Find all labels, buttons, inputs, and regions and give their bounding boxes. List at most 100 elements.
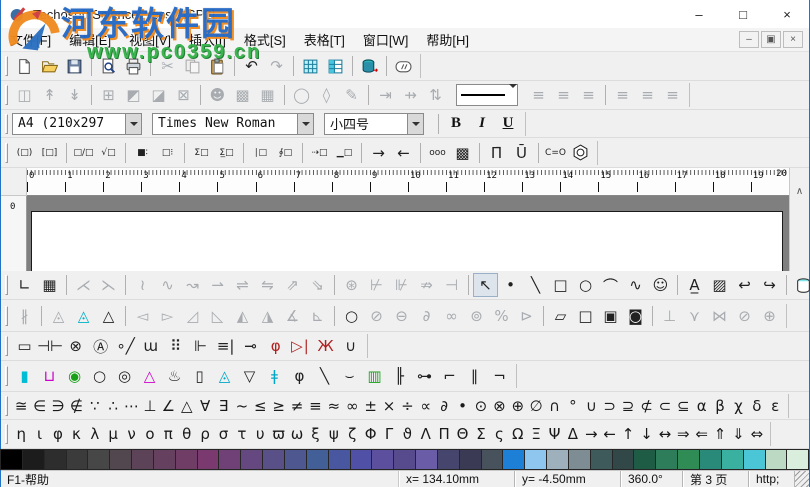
symbol-button[interactable]: ξ — [306, 422, 324, 446]
font-size-combo[interactable]: 小四号 — [324, 112, 424, 135]
inductor-symbol-button[interactable]: ɯ — [138, 334, 163, 358]
symbol-button[interactable]: ⇔ — [748, 422, 766, 446]
color-swatch[interactable] — [546, 449, 569, 470]
color-swatch[interactable] — [371, 449, 395, 470]
hook-arrow-right-tool[interactable]: ↪ — [757, 273, 782, 297]
symbol-button[interactable]: Λ — [417, 422, 435, 446]
line-style-combo[interactable] — [456, 83, 518, 107]
capacitor2-symbol-button[interactable]: ⊩ — [188, 334, 213, 358]
toolbar-grip[interactable] — [5, 395, 8, 416]
flask-flat-tool[interactable]: ◎ — [112, 364, 137, 388]
symbol-button[interactable]: ι — [30, 422, 48, 446]
bracket-template-button[interactable]: [□] — [37, 141, 62, 165]
ammeter-symbol-button[interactable]: Ⓐ — [88, 334, 113, 358]
mdi-minimize-button[interactable]: – — [739, 31, 759, 48]
symbol-button[interactable]: κ — [67, 422, 85, 446]
menu-item[interactable]: 格式[S] — [235, 28, 295, 51]
database-button[interactable] — [357, 54, 382, 78]
radical-template-button[interactable]: √□ — [96, 141, 121, 165]
toolbar-grip[interactable] — [5, 142, 8, 163]
color-swatch[interactable] — [218, 449, 242, 470]
symbol-button[interactable]: ∈ — [30, 394, 48, 418]
union-bar-button[interactable]: Ū — [509, 141, 534, 165]
rectangle-tool[interactable]: □ — [548, 273, 573, 297]
circle-button[interactable]: ○ — [339, 304, 364, 328]
symbol-button[interactable]: Ω — [509, 422, 527, 446]
flask-round-tool[interactable]: ○ — [87, 364, 112, 388]
pointer-tool[interactable]: ↖ — [473, 273, 498, 297]
symbol-button[interactable]: ∃ — [214, 394, 232, 418]
color-swatch[interactable] — [764, 449, 788, 470]
cylinder-3d-button[interactable] — [791, 273, 810, 297]
symbol-button[interactable]: ⊃ — [601, 394, 619, 418]
paren-template-button[interactable]: (□) — [12, 141, 37, 165]
new-document-button[interactable] — [12, 54, 37, 78]
symbol-button[interactable]: ζ — [343, 422, 361, 446]
battery-symbol-button[interactable]: ≡| — [213, 334, 238, 358]
color-swatch[interactable] — [393, 449, 417, 470]
toolbar-grip[interactable] — [5, 275, 8, 295]
symbol-button[interactable]: Σ — [472, 422, 490, 446]
symbol-button[interactable]: ν — [122, 422, 140, 446]
symbol-button[interactable]: ↑ — [619, 422, 637, 446]
symbol-button[interactable]: ≅ — [12, 394, 30, 418]
symbol-button[interactable]: ⊕ — [509, 394, 527, 418]
dot-grid-symbol-button[interactable]: ⠿ — [163, 334, 188, 358]
square-inset-button[interactable]: ▣ — [598, 304, 623, 328]
open-button[interactable] — [37, 54, 62, 78]
symbol-button[interactable]: ⊇ — [619, 394, 637, 418]
product-bar-button[interactable]: Π̄ — [484, 141, 509, 165]
close-button[interactable]: × — [765, 0, 809, 28]
dropper-bottle-tool[interactable]: ◬ — [212, 364, 237, 388]
matrix-small-button[interactable]: ooo — [425, 141, 450, 165]
circle-in-square-button[interactable]: ◙ — [623, 304, 648, 328]
underline-button[interactable]: U — [495, 112, 521, 136]
symbol-button[interactable]: ∩ — [545, 394, 563, 418]
symbol-button[interactable]: ∪ — [582, 394, 600, 418]
symbol-button[interactable]: ∞ — [343, 394, 361, 418]
print-preview-button[interactable] — [96, 54, 121, 78]
pipette-tool[interactable]: φ — [287, 364, 312, 388]
symbol-button[interactable]: ± — [361, 394, 379, 418]
symbol-button[interactable]: σ — [214, 422, 232, 446]
color-swatch[interactable] — [21, 449, 45, 470]
symbol-button[interactable]: υ — [251, 422, 269, 446]
color-swatch[interactable] — [174, 449, 198, 470]
square-button[interactable]: □ — [573, 304, 598, 328]
color-swatch[interactable] — [655, 449, 679, 470]
matrix-grid-button[interactable]: ▩ — [450, 141, 475, 165]
symbol-button[interactable]: ⋯ — [122, 394, 140, 418]
menu-item[interactable]: 表格[T] — [295, 28, 354, 51]
parallel-tube-tool[interactable]: ∥ — [462, 364, 487, 388]
color-swatch[interactable] — [262, 449, 285, 470]
color-swatch[interactable] — [567, 449, 591, 470]
sum-limits-template-button[interactable]: Σ̲□ — [214, 141, 239, 165]
triangle-button[interactable]: △ — [96, 304, 121, 328]
arc-tool[interactable]: ⌒ — [598, 273, 623, 297]
symbol-button[interactable]: χ — [729, 394, 747, 418]
menu-item[interactable]: 视图[V] — [120, 28, 180, 51]
symbol-button[interactable]: Ξ — [527, 422, 545, 446]
menu-item[interactable]: 窗口[W] — [354, 28, 418, 51]
color-swatch[interactable] — [786, 449, 810, 470]
symbol-button[interactable]: ∴ — [104, 394, 122, 418]
symbol-button[interactable]: ∂ — [435, 394, 453, 418]
fraction-template-button[interactable]: □/□ — [71, 141, 96, 165]
symbol-button[interactable]: ∅ — [527, 394, 545, 418]
symbol-button[interactable]: ∵ — [86, 394, 104, 418]
line-tool[interactable]: ╲ — [523, 273, 548, 297]
beaker-tool[interactable]: ⊔ — [37, 364, 62, 388]
print-button[interactable] — [121, 54, 146, 78]
magnet-symbol-button[interactable]: ∪ — [338, 334, 363, 358]
symbol-button[interactable]: ~ — [233, 394, 251, 418]
symbol-button[interactable]: Δ — [564, 422, 582, 446]
symbol-button[interactable]: λ — [86, 422, 104, 446]
underline-box-template-button[interactable]: ▁□ — [332, 141, 357, 165]
symbol-button[interactable]: ω — [288, 422, 306, 446]
color-swatch[interactable] — [87, 449, 111, 470]
color-swatch[interactable] — [699, 449, 722, 470]
toolbar-grip[interactable] — [5, 113, 8, 134]
symbol-button[interactable]: ⊥ — [141, 394, 159, 418]
symbol-button[interactable]: Θ — [453, 422, 471, 446]
bent-tube-tool[interactable]: ⌐ — [437, 364, 462, 388]
